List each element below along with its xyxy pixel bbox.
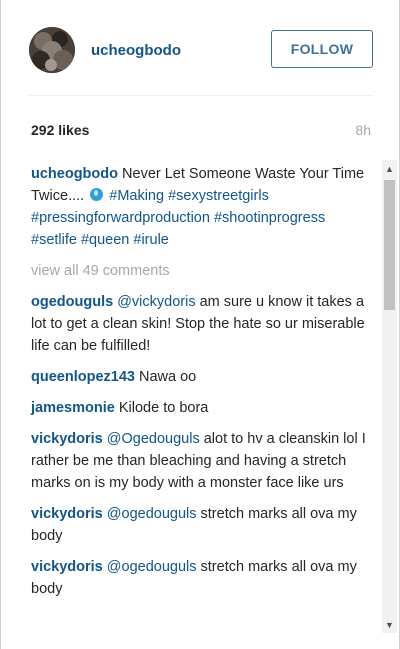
comment-item: vickydoris @ogedouguls stretch marks all… — [31, 503, 375, 547]
post-header: ucheogbodo FOLLOW — [29, 24, 373, 76]
comment-username[interactable]: vickydoris — [31, 506, 103, 522]
avatar[interactable] — [29, 27, 75, 73]
scroll-up-icon[interactable]: ▲ — [382, 160, 397, 177]
blue-emoji-icon — [90, 188, 104, 201]
comment-text: Kilode to bora — [118, 400, 209, 416]
comment-username[interactable]: jamesmonie — [31, 400, 115, 416]
post-time: 8h — [355, 122, 371, 138]
comment-mention[interactable]: @ogedouguls — [107, 506, 197, 522]
avatar-photo — [29, 27, 75, 73]
comment-item: vickydoris @Ogedouguls alot to hv a clea… — [31, 428, 375, 494]
comment-mention[interactable]: @Ogedouguls — [107, 431, 200, 447]
comment-username[interactable]: queenlopez143 — [31, 369, 135, 385]
comment-username[interactable]: vickydoris — [31, 431, 103, 447]
view-all-comments-link[interactable]: view all 49 comments — [31, 260, 375, 282]
comment-item: jamesmonie Kilode to bora — [31, 397, 375, 419]
author-username[interactable]: ucheogbodo — [91, 42, 181, 59]
scroll-down-icon[interactable]: ▼ — [382, 616, 397, 633]
comment-text: Nawa oo — [138, 369, 197, 385]
likes-count[interactable]: 292 likes — [31, 122, 89, 138]
comments-list: ucheogbodo Never Let Someone Waste Your … — [31, 163, 375, 609]
scrollbar[interactable]: ▲ ▼ — [382, 160, 397, 633]
header-divider — [29, 95, 373, 96]
scroll-thumb[interactable] — [384, 180, 395, 310]
caption: ucheogbodo Never Let Someone Waste Your … — [31, 163, 375, 251]
likes-row: 292 likes 8h — [31, 122, 371, 138]
comment-item: ogedouguls @vickydoris am sure u know it… — [31, 291, 375, 357]
comment-mention[interactable]: @vickydoris — [117, 294, 195, 310]
comment-item: vickydoris @ogedouguls stretch marks all… — [31, 556, 375, 600]
comment-item: queenlopez143 Nawa oo — [31, 366, 375, 388]
post-panel: ucheogbodo FOLLOW 292 likes 8h ucheogbod… — [0, 0, 400, 649]
comment-username[interactable]: vickydoris — [31, 559, 103, 575]
caption-username[interactable]: ucheogbodo — [31, 166, 118, 182]
follow-button[interactable]: FOLLOW — [271, 30, 373, 68]
comment-mention[interactable]: @ogedouguls — [107, 559, 197, 575]
comment-username[interactable]: ogedouguls — [31, 294, 113, 310]
